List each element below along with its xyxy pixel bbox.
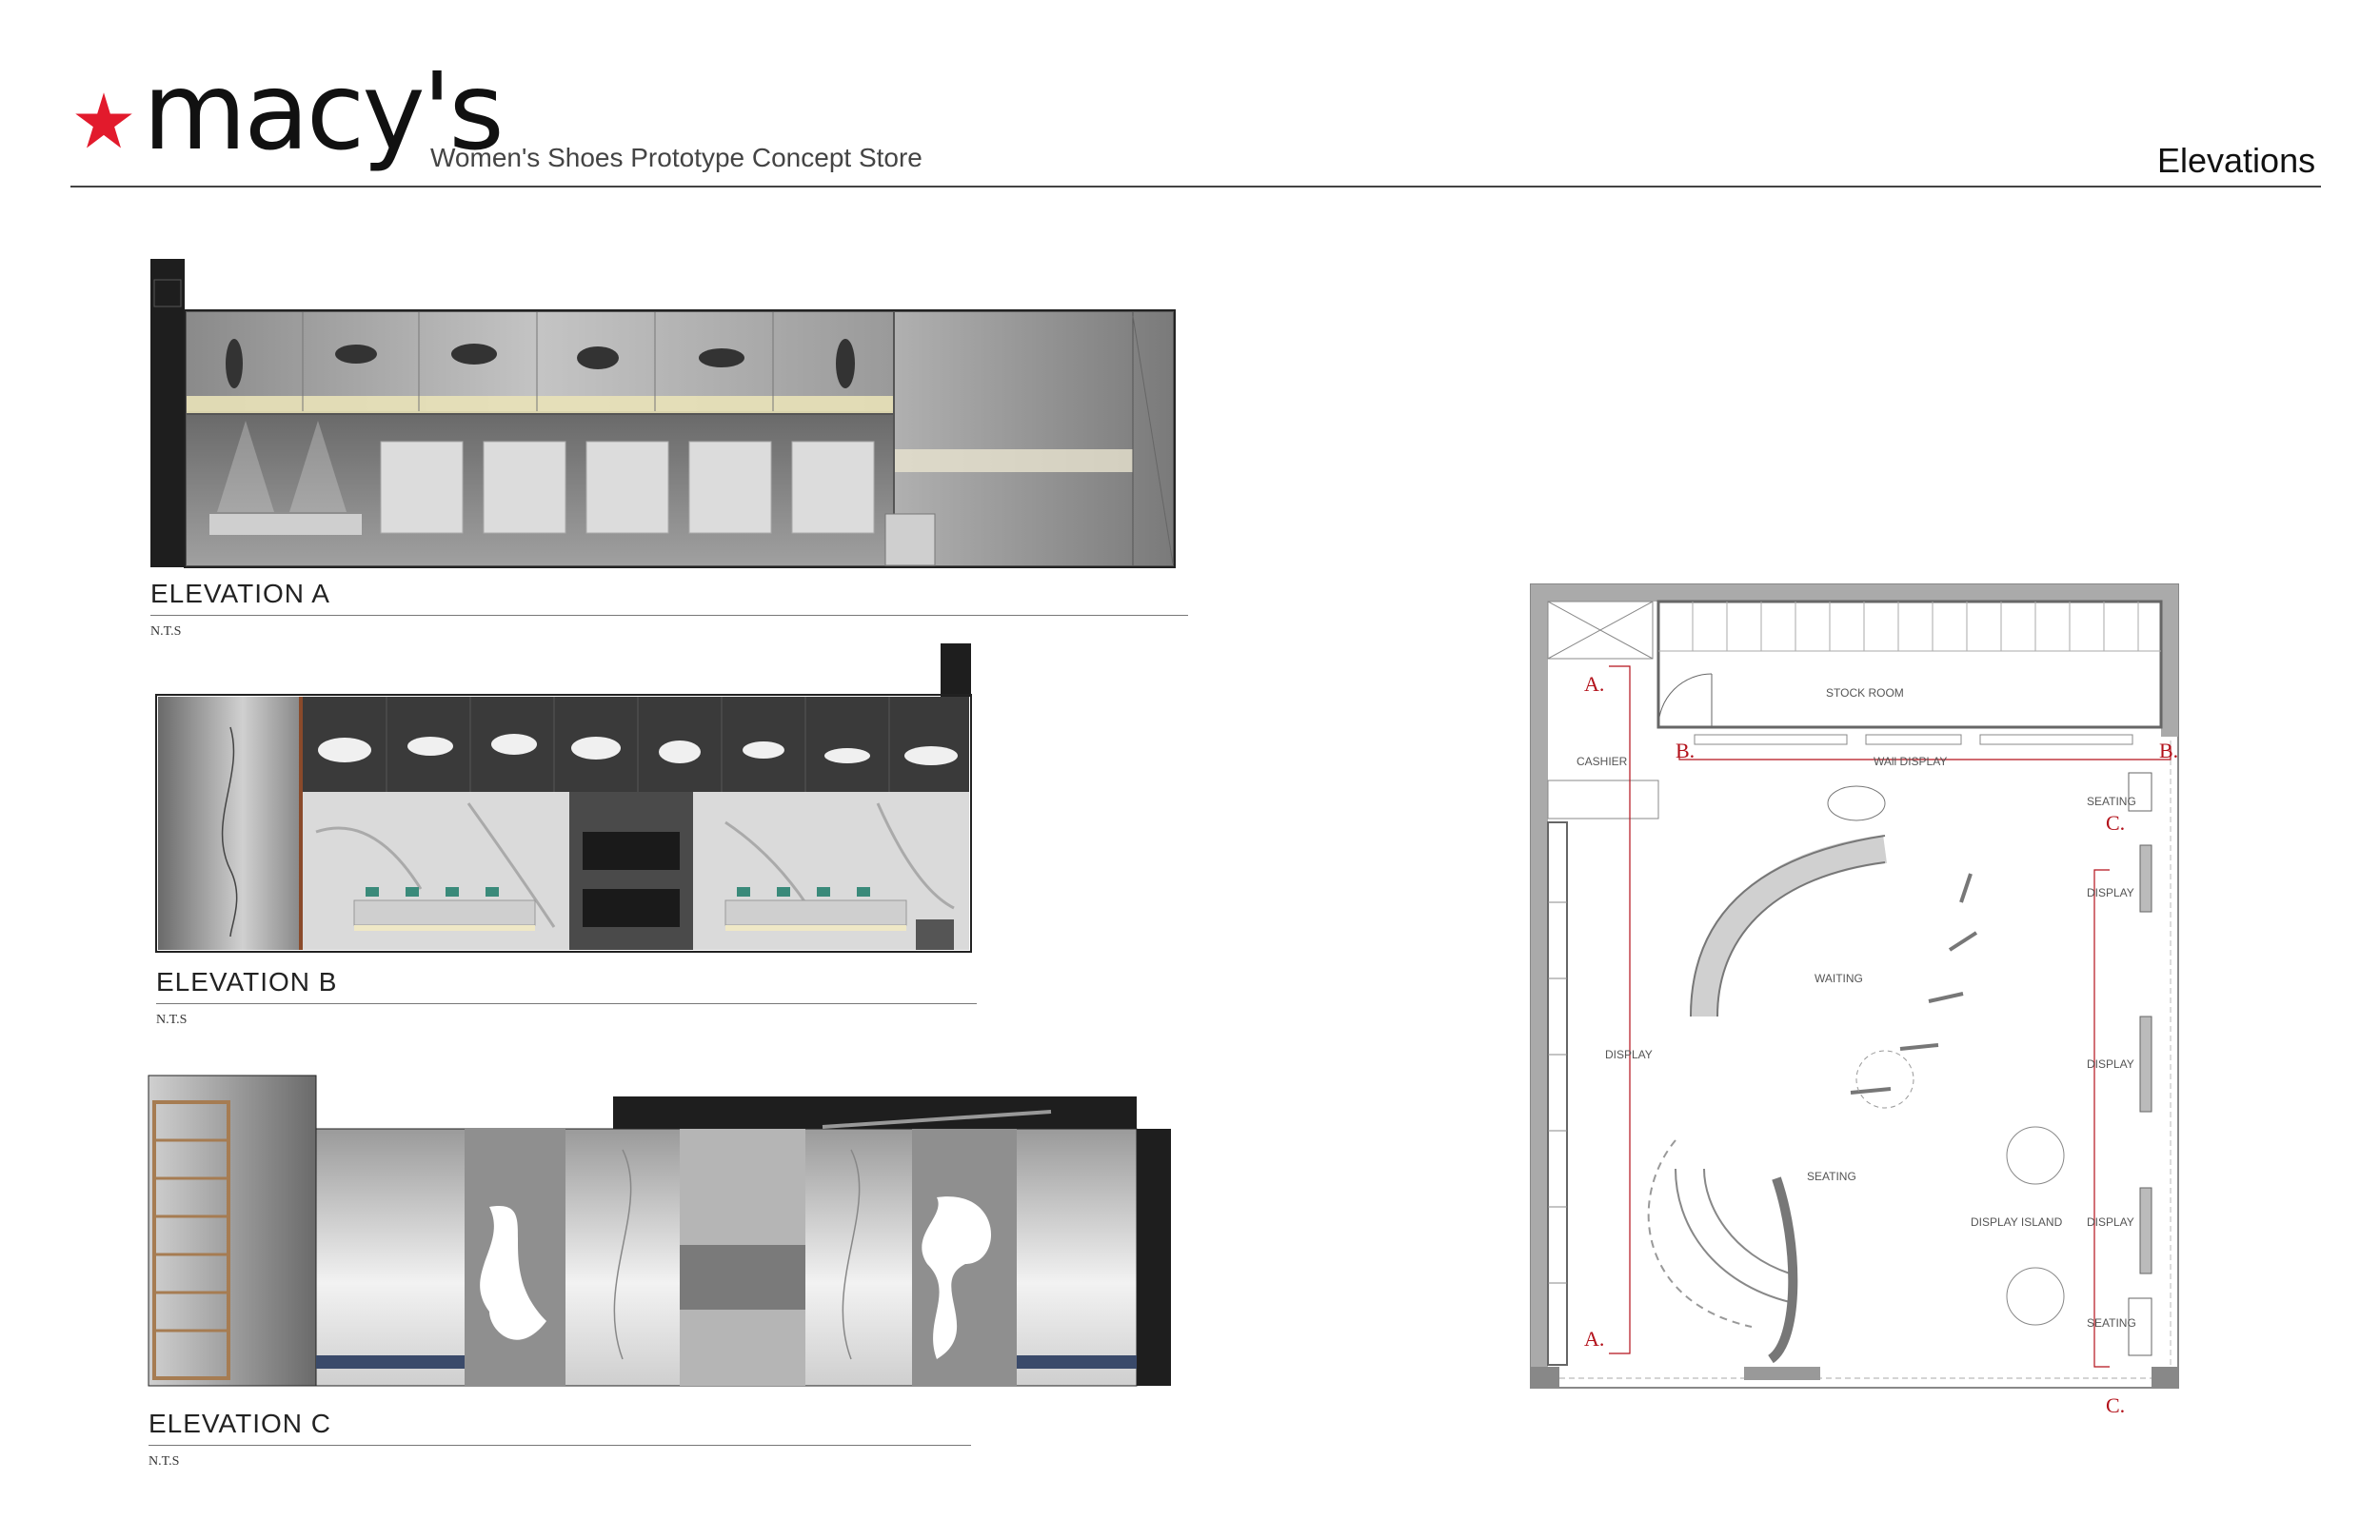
elevation-c-drawing — [148, 1075, 1171, 1387]
label-waiting: WAITING — [1815, 972, 1863, 985]
elevation-b-scale: N.T.S — [156, 1013, 188, 1027]
elevation-a-scale: N.T.S — [150, 624, 182, 639]
section-marker-c-bottom: C. — [2106, 1393, 2125, 1416]
label-display-right-2: DISPLAY — [2087, 1057, 2134, 1071]
label-stock-room: STOCK ROOM — [1826, 686, 1904, 700]
elevation-c-scale: N.T.S — [149, 1454, 180, 1469]
label-seating-center: SEATING — [1807, 1170, 1856, 1183]
elevation-b-rule — [156, 1003, 977, 1004]
section-title: Elevations — [2157, 141, 2316, 180]
macys-star-icon — [75, 92, 132, 148]
elevation-c-title: ELEVATION C — [149, 1409, 332, 1438]
section-marker-b-right: B. — [2159, 739, 2178, 762]
label-wall-display: WAll DISPLAY — [1874, 755, 1947, 768]
label-cashier: CASHIER — [1577, 755, 1628, 768]
section-marker-a-bottom: A. — [1584, 1327, 1604, 1351]
section-marker-b-left: B. — [1676, 739, 1695, 762]
elevation-b-drawing — [155, 643, 972, 953]
page-subtitle: Women's Shoes Prototype Concept Store — [430, 143, 922, 172]
section-marker-c-top: C. — [2106, 811, 2125, 835]
floor-plan: STOCK ROOM WAll DISPLAY CASHIER DISPLAY … — [1530, 583, 2179, 1416]
elevation-b-title: ELEVATION B — [156, 967, 338, 997]
elevation-a-rule — [150, 615, 1188, 616]
elevation-a-title: ELEVATION A — [150, 579, 330, 608]
label-display-right-3: DISPLAY — [2087, 1215, 2134, 1229]
label-display-island: DISPLAY ISLAND — [1971, 1215, 2063, 1229]
elevation-c-rule — [149, 1445, 971, 1446]
label-display-left: DISPLAY — [1605, 1048, 1653, 1061]
header-divider — [70, 186, 2321, 188]
section-marker-a-top: A. — [1584, 672, 1604, 696]
label-display-right-1: DISPLAY — [2087, 886, 2134, 899]
elevation-a-drawing — [150, 259, 1176, 568]
label-seating-right-top: SEATING — [2087, 795, 2136, 808]
label-seating-right-bottom: SEATING — [2087, 1316, 2136, 1330]
